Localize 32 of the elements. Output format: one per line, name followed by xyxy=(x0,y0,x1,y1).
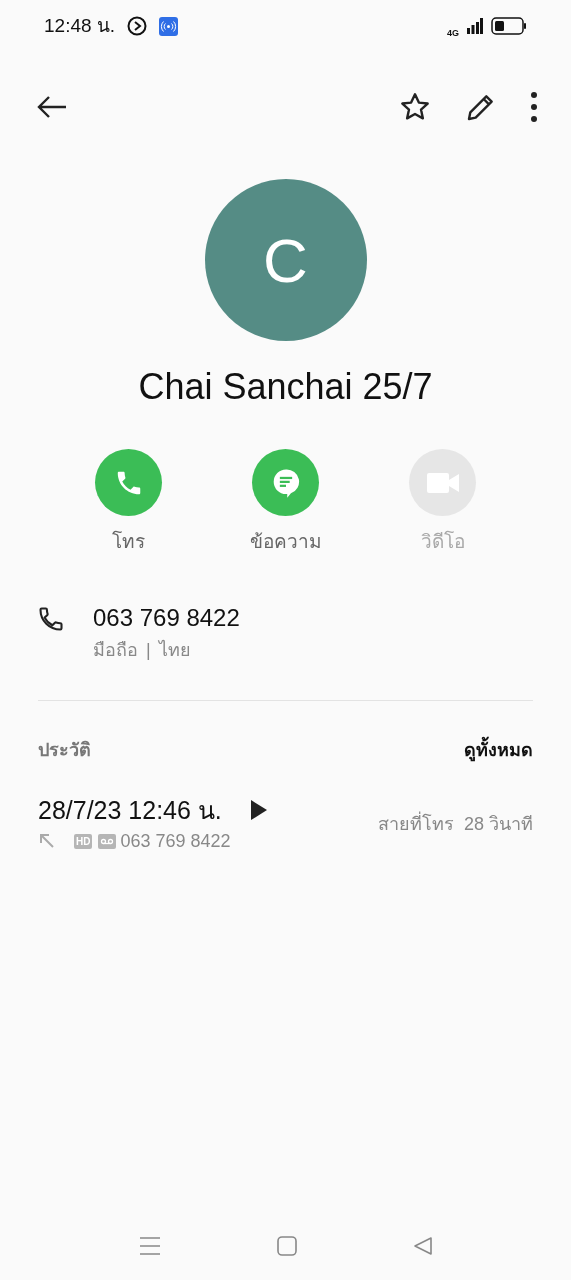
signal-icon xyxy=(467,18,483,34)
more-options-button[interactable] xyxy=(531,92,537,122)
see-all-link[interactable]: ดูทั้งหมด xyxy=(464,736,533,764)
action-label: วิดีโอ xyxy=(420,529,465,554)
avatar: C xyxy=(204,179,367,341)
contact-name: Chai Sanchai 25/7 xyxy=(137,365,434,409)
menu-icon[interactable] xyxy=(138,1236,161,1256)
phone-country: ไทย xyxy=(158,638,191,662)
separator: | xyxy=(146,638,151,662)
play-icon[interactable] xyxy=(249,798,268,821)
back-arrow-icon xyxy=(36,95,68,119)
network-label: 4G xyxy=(447,28,459,38)
back-triangle-icon[interactable] xyxy=(412,1236,433,1256)
hotspot-icon xyxy=(159,16,179,36)
call-datetime: 28/7/23 12:46 น. xyxy=(38,794,222,826)
action-label: ข้อความ xyxy=(249,530,322,554)
history-title: ประวัติ xyxy=(38,738,91,762)
battery-icon xyxy=(491,17,527,35)
call-duration: 28 วินาที xyxy=(463,812,533,836)
status-time: 12:48 น. xyxy=(44,13,116,38)
video-camera-icon xyxy=(425,470,460,495)
call-status: สายที่โทร xyxy=(377,810,454,836)
outgoing-arrow-icon xyxy=(38,832,56,850)
action-label: โทร xyxy=(112,529,145,554)
phone-icon xyxy=(37,604,65,633)
voicemail-icon xyxy=(98,833,117,849)
play-circle-icon xyxy=(127,16,148,36)
home-square-icon[interactable] xyxy=(276,1236,297,1256)
phone-number: 063 769 8422 xyxy=(93,602,240,633)
hd-badge: HD xyxy=(74,833,93,849)
call-number: 063 769 8422 xyxy=(120,829,231,853)
phone-type: มือถือ xyxy=(93,638,138,662)
